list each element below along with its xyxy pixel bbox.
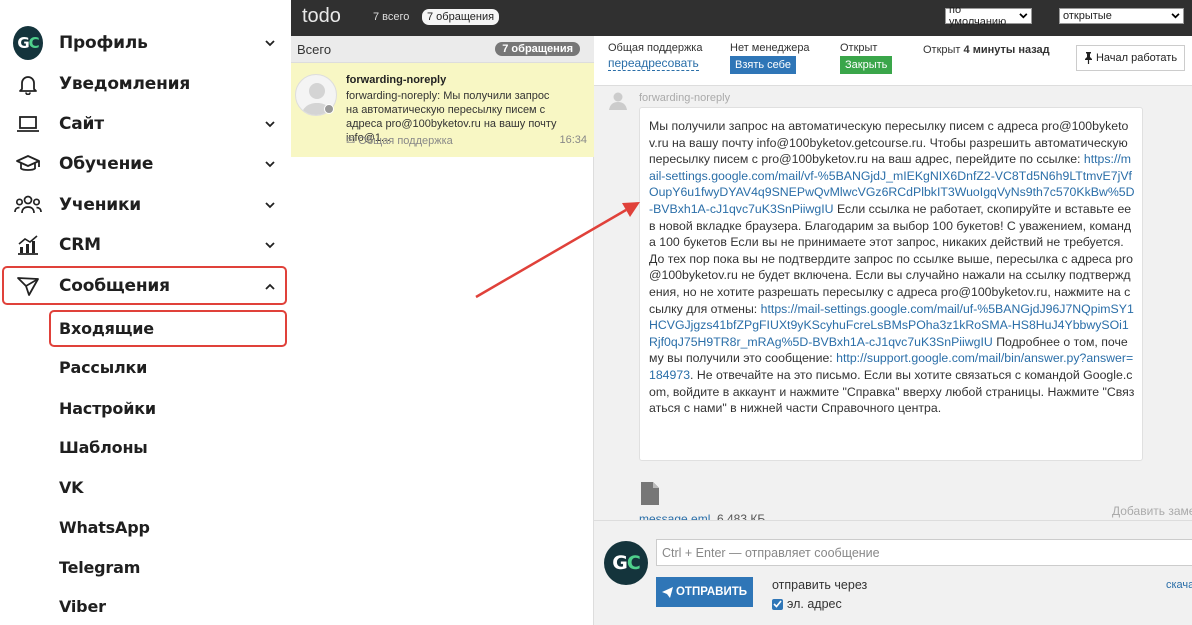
message-author: forwarding-noreply: [639, 92, 731, 104]
detail-header: Общая поддержка переадресовать Нет менед…: [594, 36, 1192, 86]
close-button[interactable]: Закрыть: [840, 56, 893, 74]
paper-plane-icon: [661, 586, 673, 598]
download-link[interactable]: скачать: [1166, 579, 1192, 591]
send-button[interactable]: ОТПРАВИТЬ: [656, 577, 753, 607]
add-note-link[interactable]: Добавить заметку: [1112, 504, 1192, 518]
sidebar-item-students[interactable]: Ученики: [0, 185, 291, 225]
manager-label: Нет менеджера: [730, 42, 810, 54]
message-bubble: Мы получили запрос на автоматическую пер…: [639, 107, 1143, 461]
topbar: todo 7 всего 7 обращения по умолчанию от…: [291, 0, 1192, 36]
sidebar-item-label: Ученики: [59, 195, 142, 215]
department-label: Общая поддержка: [608, 42, 703, 54]
page-title: todo: [302, 5, 341, 27]
opened-prefix: Открыт: [923, 44, 961, 56]
count-badge: 7 обращения: [422, 9, 500, 25]
sort-select[interactable]: по умолчанию: [945, 4, 1032, 28]
chevron-down-icon: [263, 117, 277, 131]
highlight-box-inbox: [49, 310, 287, 347]
sidebar-subitem-mailings[interactable]: Рассылки: [59, 358, 147, 377]
total-count: 7 всего: [373, 11, 410, 23]
message-text: . Не отвечайте на это письмо. Если вы хо…: [649, 367, 1135, 416]
sidebar-subitem-vk[interactable]: VK: [59, 478, 84, 497]
author-avatar: [608, 90, 628, 110]
email-channel-label: эл. адрес: [787, 597, 842, 611]
sidebar-item-notifications[interactable]: Уведомления: [0, 64, 291, 104]
sort-select-value: по умолчанию: [949, 4, 1007, 28]
sidebar-item-label: Уведомления: [59, 74, 191, 94]
start-work-button[interactable]: Начал работать: [1076, 45, 1185, 71]
chevron-down-icon: [263, 238, 277, 252]
status-select[interactable]: открытые: [1059, 8, 1184, 24]
conversation-name: forwarding-noreply: [346, 74, 447, 86]
list-count-badge: 7 обращения: [495, 42, 580, 56]
conversation-list: Всего 7 обращения forwarding-noreply for…: [291, 36, 594, 625]
message-body: Мы получили запрос на автоматическую пер…: [649, 118, 1135, 417]
conversation-department: ✉ Общая поддержка: [346, 134, 453, 147]
chart-icon: [13, 230, 43, 260]
message-input[interactable]: Ctrl + Enter — отправляет сообщение: [656, 539, 1192, 566]
list-title: Всего: [297, 42, 332, 57]
message-text: Если ссылка не работает, скопируйте и вс…: [649, 201, 1133, 316]
checkbox-checked-icon[interactable]: [772, 598, 783, 610]
message-input-placeholder: Ctrl + Enter — отправляет сообщение: [662, 545, 880, 560]
sidebar-item-label: CRM: [59, 235, 101, 255]
sidebar-item-label: Сайт: [59, 114, 104, 134]
sidebar-subitem-viber[interactable]: Viber: [59, 597, 106, 616]
send-via-label: отправить через: [772, 578, 868, 592]
conversation-time: 16:34: [559, 134, 587, 146]
laptop-icon: [13, 109, 43, 139]
opened-time: Открыт 4 минуты назад: [923, 44, 1050, 56]
graduation-cap-icon: [13, 149, 43, 179]
sidebar-item-learning[interactable]: Обучение: [0, 144, 291, 184]
sidebar-subitem-templates[interactable]: Шаблоны: [59, 438, 148, 457]
pin-icon: [1084, 52, 1092, 64]
start-work-label: Начал работать: [1095, 52, 1178, 64]
composer: GC Ctrl + Enter — отправляет сообщение О…: [594, 520, 1192, 625]
sidebar-subitem-telegram[interactable]: Telegram: [59, 558, 140, 577]
reassign-link[interactable]: переадресовать: [608, 57, 699, 71]
bell-icon: [13, 69, 43, 99]
highlight-box-messages: [2, 266, 287, 305]
send-button-label: ОТПРАВИТЬ: [675, 586, 748, 598]
chevron-down-icon: [263, 157, 277, 171]
chevron-down-icon: [1171, 13, 1180, 19]
sidebar-subitem-settings[interactable]: Настройки: [59, 399, 156, 418]
take-button[interactable]: Взять себе: [730, 56, 796, 74]
conversation-detail: Общая поддержка переадресовать Нет менед…: [594, 36, 1192, 625]
chevron-down-icon: [263, 198, 277, 212]
gc-logo-icon: GC: [604, 541, 648, 585]
sidebar-subitem-whatsapp[interactable]: WhatsApp: [59, 518, 150, 537]
sidebar-item-profile[interactable]: GC Профиль: [0, 23, 291, 63]
users-icon: [13, 190, 43, 220]
status-dot: [324, 104, 334, 114]
list-header: Всего 7 обращения: [291, 36, 594, 63]
file-icon[interactable]: [641, 482, 659, 505]
email-channel-checkbox[interactable]: эл. адрес: [772, 597, 842, 611]
sidebar: GC Профиль Уведомления Сайт Обучение Уче…: [0, 0, 291, 625]
conversation-department-label: Общая поддержка: [358, 135, 453, 147]
chevron-down-icon: [263, 36, 277, 50]
status-select-value: открытые: [1063, 10, 1112, 22]
message-text: Мы получили запрос на автоматическую пер…: [649, 119, 1129, 167]
status-label: Открыт: [840, 42, 878, 54]
sidebar-item-label: Профиль: [59, 33, 148, 53]
opened-ago: 4 минуты назад: [963, 44, 1050, 56]
sidebar-item-site[interactable]: Сайт: [0, 104, 291, 144]
sidebar-item-label: Обучение: [59, 154, 154, 174]
chevron-down-icon: [1019, 13, 1028, 19]
gc-logo-icon: GC: [13, 26, 43, 60]
mail-icon: ✉: [346, 135, 356, 147]
sidebar-item-crm[interactable]: CRM: [0, 225, 291, 265]
